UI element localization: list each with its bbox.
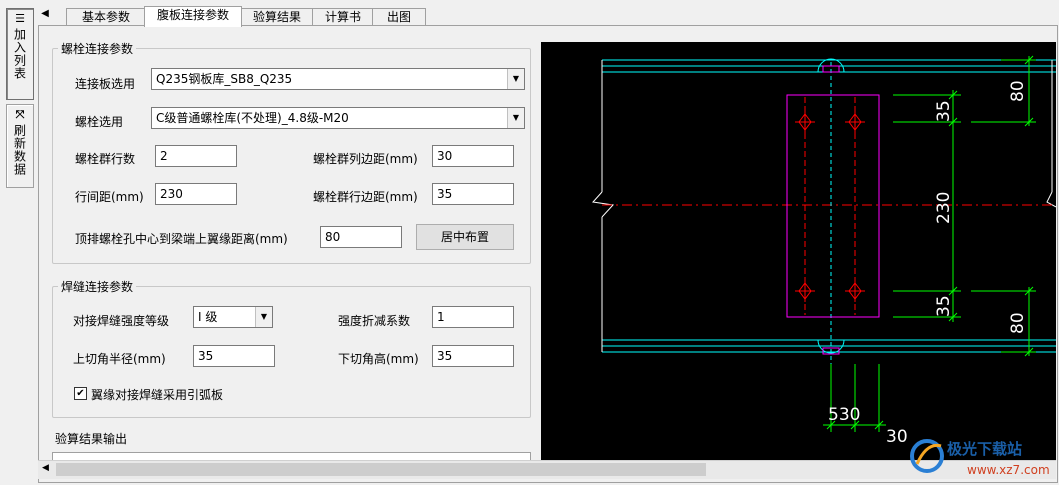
watermark: 极光下载站 www.xz7.com	[905, 434, 1055, 480]
weld-grade-label: 对接焊缝强度等级	[73, 314, 170, 328]
tab-calc-book[interactable]: 计算书	[312, 8, 374, 26]
dimension-labels: 35 230 35 80 80 530 30	[828, 80, 1028, 447]
bolt-select[interactable]: C级普通螺栓库(不处理)_4.8级-M20 ▼	[151, 107, 525, 129]
horizontal-scrollbar[interactable]: ◀	[38, 460, 1056, 479]
tab-drawing[interactable]: 出图	[372, 8, 426, 26]
upper-radius-label: 上切角半径(mm)	[73, 352, 166, 366]
row-spacing-label: 行间距(mm)	[75, 190, 144, 204]
refresh-data-button[interactable]: ⤧ 刷新数据	[6, 104, 34, 188]
reduction-factor-input[interactable]: 1	[432, 306, 514, 328]
lower-height-label: 下切角高(mm)	[338, 352, 419, 366]
tab-basic-params[interactable]: 基本参数	[66, 8, 146, 26]
connection-drawing: 35 230 35 80 80 530 30	[592, 55, 1056, 447]
chevron-down-icon[interactable]: ▼	[507, 108, 524, 128]
row-edge-label: 螺栓群行边距(mm)	[313, 190, 418, 204]
bolt-rows-input[interactable]: 2	[155, 145, 237, 167]
add-to-list-button[interactable]: ☰ 加入列表	[6, 8, 34, 100]
col-edge-label: 螺栓群列边距(mm)	[313, 152, 418, 166]
arc-plate-checkbox[interactable]: ✔	[74, 387, 87, 400]
plate-select-label: 连接板选用	[75, 77, 136, 91]
upper-radius-input[interactable]: 35	[193, 345, 275, 367]
arc-plate-label: 翼缘对接焊缝采用引弧板	[91, 388, 224, 402]
list-add-icon: ☰	[15, 12, 25, 25]
bolt-select-label: 螺栓选用	[75, 115, 124, 129]
row-edge-input[interactable]: 35	[432, 183, 514, 205]
dim-230: 230	[934, 192, 954, 224]
weld-params-title: 焊缝连接参数	[58, 278, 137, 295]
center-layout-button[interactable]: 居中布置	[416, 224, 514, 250]
scroll-left-icon[interactable]: ◀	[42, 463, 49, 473]
refresh-icon: ⤧	[15, 108, 25, 121]
reduction-factor-label: 强度折减系数	[338, 314, 411, 328]
dim-35-top: 35	[934, 100, 954, 122]
chevron-down-icon[interactable]: ▼	[507, 69, 524, 89]
dim-35-bottom: 35	[934, 295, 954, 317]
top-distance-label: 顶排螺栓孔中心到梁端上翼缘距离(mm)	[75, 232, 288, 246]
result-output-label: 验算结果输出	[55, 432, 128, 446]
scrollbar-thumb[interactable]	[56, 463, 706, 476]
tab-bar: ◀ 基本参数 腹板连接参数 验算结果 计算书 出图	[38, 6, 1059, 27]
dim-530: 530	[828, 405, 860, 425]
tab-check-results[interactable]: 验算结果	[240, 8, 314, 26]
watermark-name: 极光下载站	[947, 440, 1022, 458]
tab-web-connection[interactable]: 腹板连接参数	[144, 6, 242, 27]
watermark-logo: 极光下载站 www.xz7.com	[910, 439, 1050, 477]
plate-select[interactable]: Q235钢板库_SB8_Q235 ▼	[151, 68, 525, 90]
row-spacing-input[interactable]: 230	[155, 183, 237, 205]
col-edge-input[interactable]: 30	[432, 145, 514, 167]
dim-80-bottom: 80	[1008, 312, 1028, 334]
splice-plate	[786, 94, 880, 318]
cad-drawing-canvas: 35 230 35 80 80 530 30	[541, 42, 1056, 460]
watermark-url: www.xz7.com	[967, 463, 1050, 477]
lower-height-input[interactable]: 35	[432, 345, 514, 367]
chevron-down-icon[interactable]: ▼	[255, 307, 272, 327]
weld-grade-select[interactable]: I 级 ▼	[193, 306, 273, 328]
bolt-rows-label: 螺栓群行数	[75, 152, 136, 166]
dim-80-top: 80	[1008, 80, 1028, 102]
add-to-list-label: 加入列表	[12, 28, 27, 80]
refresh-data-label: 刷新数据	[12, 124, 27, 176]
top-distance-input[interactable]: 80	[320, 226, 402, 248]
bolt-params-title: 螺栓连接参数	[58, 40, 137, 57]
tab-scroll-left-icon[interactable]: ◀	[38, 8, 52, 19]
